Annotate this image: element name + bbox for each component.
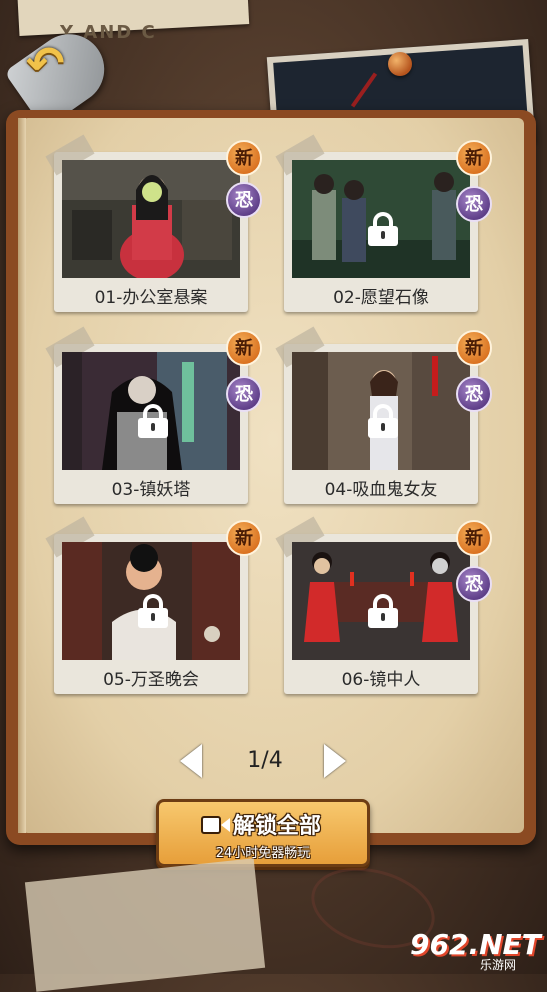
back-button[interactable]: ↶ xyxy=(4,10,118,130)
new-badge: 新 xyxy=(226,520,262,556)
chapter-thumbnail xyxy=(292,160,470,278)
new-badge: 新 xyxy=(456,520,492,556)
lock-icon xyxy=(138,404,168,438)
chapter-card-06[interactable]: 06-镜中人 xyxy=(275,516,478,694)
horror-badge: 恐 xyxy=(226,376,262,412)
unlock-all-label: 解锁全部 xyxy=(233,814,322,839)
chapter-title: 05-万圣晚会 xyxy=(103,670,199,690)
chapter-card-03[interactable]: 03-镇妖塔 xyxy=(45,326,248,504)
chapter-thumbnail xyxy=(62,542,240,660)
chapter-title: 04-吸血鬼女友 xyxy=(324,480,438,500)
horror-badge: 恐 xyxy=(226,182,262,218)
horror-badge: 恐 xyxy=(456,376,492,412)
chapter-thumbnail xyxy=(62,352,240,470)
horror-badge: 恐 xyxy=(456,186,492,222)
watermark-subtext: 乐游网 xyxy=(480,958,517,972)
background-paper-bottom xyxy=(24,858,266,992)
new-badge: 新 xyxy=(456,140,492,176)
page-indicator: 1/4 xyxy=(247,748,283,773)
back-arrow-icon: ↶ xyxy=(26,36,65,90)
video-camera-icon xyxy=(201,814,231,836)
prev-page-icon[interactable] xyxy=(180,744,202,778)
next-page-icon[interactable] xyxy=(324,744,346,778)
chapter-thumbnail xyxy=(62,160,240,278)
chapter-card-02[interactable]: 02-愿望石像 xyxy=(275,134,478,312)
chapter-title: 02-愿望石像 xyxy=(333,288,429,308)
new-badge: 新 xyxy=(226,140,262,176)
site-watermark: 962.NET 乐游网 xyxy=(408,928,544,972)
unlock-all-sublabel: 24小时免器畅玩 xyxy=(215,846,311,861)
chapter-title: 06-镜中人 xyxy=(341,670,421,690)
chapter-title: 03-镇妖塔 xyxy=(111,480,191,500)
chapter-thumbnail xyxy=(292,542,470,660)
lock-icon xyxy=(368,404,398,438)
pager: 1/4 xyxy=(180,744,350,780)
horror-badge: 恐 xyxy=(456,566,492,602)
unlock-all-button[interactable]: 解锁全部 24小时免器畅玩 xyxy=(156,799,370,867)
chapter-card-01[interactable]: 01-办公室悬案 xyxy=(45,134,248,312)
book-spine xyxy=(18,118,26,833)
watermark-text: 962.NET xyxy=(410,928,541,961)
lock-icon xyxy=(138,594,168,628)
lock-icon xyxy=(368,212,398,246)
chapter-card-04[interactable]: 04-吸血鬼女友 xyxy=(275,326,478,504)
chapter-thumbnail xyxy=(292,352,470,470)
new-badge: 新 xyxy=(456,330,492,366)
lock-icon xyxy=(368,594,398,628)
chapter-title: 01-办公室悬案 xyxy=(94,288,208,308)
new-badge: 新 xyxy=(226,330,262,366)
pin-icon xyxy=(388,52,412,76)
chapter-card-05[interactable]: 05-万圣晚会 xyxy=(45,516,248,694)
